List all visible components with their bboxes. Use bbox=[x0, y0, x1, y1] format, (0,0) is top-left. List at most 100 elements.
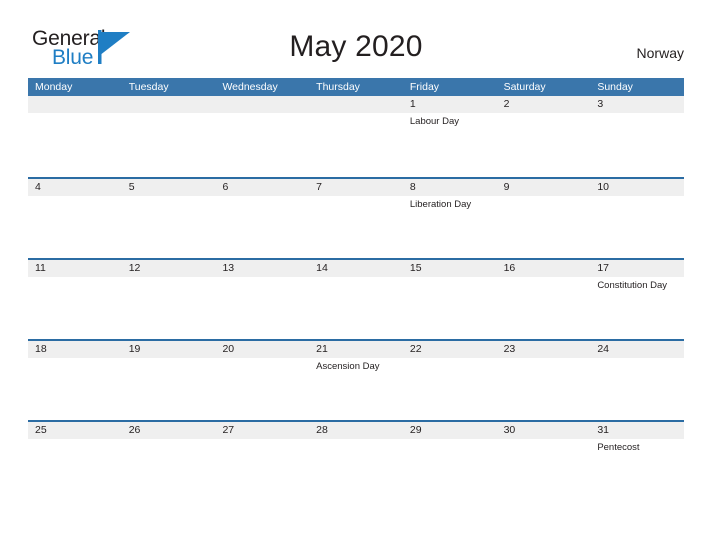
day-events bbox=[309, 113, 403, 116]
day-number-band bbox=[121, 96, 216, 113]
day-number: 20 bbox=[222, 343, 235, 355]
day-number: 19 bbox=[128, 343, 141, 355]
day-number-band: 25 bbox=[28, 422, 122, 439]
day-number: 7 bbox=[316, 181, 322, 193]
day-number: 12 bbox=[128, 262, 141, 274]
day-events: Ascension Day bbox=[309, 358, 403, 373]
calendar-day-cell[interactable]: 6 bbox=[215, 179, 310, 258]
calendar-day-cell[interactable]: 27 bbox=[215, 422, 310, 501]
calendar-body: 1 Labour Day 2 3 4 5 6 7 8 Liberation Day 9 10 11 12 1… bbox=[28, 96, 685, 501]
weekday-header-sunday: Sunday bbox=[597, 81, 633, 93]
day-events bbox=[28, 358, 122, 361]
calendar-day-cell[interactable]: 21 Ascension Day bbox=[309, 341, 403, 420]
calendar-day-cell[interactable]: 15 bbox=[402, 260, 497, 339]
day-number: 21 bbox=[316, 343, 328, 355]
calendar-day-cell[interactable]: 31 Pentecost bbox=[590, 422, 685, 501]
day-number-band: 7 bbox=[309, 179, 403, 196]
country-label: Norway bbox=[636, 45, 684, 61]
calendar-day-cell[interactable]: 3 bbox=[590, 96, 685, 177]
day-number: 5 bbox=[128, 181, 135, 193]
calendar-day-cell[interactable]: 9 bbox=[496, 179, 591, 258]
day-events bbox=[497, 196, 591, 199]
day-events bbox=[309, 196, 403, 199]
day-events bbox=[497, 277, 591, 280]
day-number-band: 3 bbox=[590, 96, 685, 113]
calendar-week-row: 11 12 13 14 15 16 17 Constitution Day bbox=[28, 258, 685, 339]
calendar-day-cell[interactable]: 26 bbox=[121, 422, 216, 501]
calendar-day-cell[interactable]: 20 bbox=[215, 341, 310, 420]
day-events bbox=[28, 439, 122, 442]
day-number-band: 15 bbox=[402, 260, 497, 277]
calendar-day-cell[interactable]: 29 bbox=[402, 422, 497, 501]
calendar-day-cell[interactable]: 5 bbox=[121, 179, 216, 258]
day-events bbox=[590, 113, 684, 116]
day-events bbox=[497, 358, 591, 361]
calendar-day-cell[interactable]: 1 Labour Day bbox=[402, 96, 497, 177]
day-number: 27 bbox=[222, 424, 235, 436]
day-number-band: 14 bbox=[309, 260, 403, 277]
day-number: 26 bbox=[128, 424, 141, 436]
calendar-day-cell[interactable]: 18 bbox=[28, 341, 122, 420]
calendar-day-cell[interactable]: 7 bbox=[309, 179, 403, 258]
day-number-band: 28 bbox=[309, 422, 403, 439]
day-events bbox=[215, 113, 309, 116]
day-number-band: 21 bbox=[309, 341, 403, 358]
calendar-day-cell[interactable]: 10 bbox=[590, 179, 685, 258]
day-events bbox=[403, 277, 497, 280]
day-events bbox=[28, 113, 122, 116]
day-number-band: 12 bbox=[121, 260, 216, 277]
page-title: May 2020 bbox=[289, 30, 423, 63]
day-number-band: 6 bbox=[215, 179, 310, 196]
day-number-band: 5 bbox=[121, 179, 216, 196]
calendar-day-cell[interactable]: 14 bbox=[309, 260, 403, 339]
day-events bbox=[403, 439, 497, 442]
holiday-event-label: Liberation Day bbox=[409, 199, 472, 210]
day-events bbox=[497, 113, 591, 116]
calendar-day-cell[interactable]: 19 bbox=[121, 341, 216, 420]
weekday-header-row: Monday Tuesday Wednesday Thursday Friday Satu… bbox=[28, 78, 684, 96]
day-number-band bbox=[28, 96, 122, 113]
day-number-band: 9 bbox=[496, 179, 591, 196]
calendar-day-cell[interactable]: 25 bbox=[28, 422, 122, 501]
holiday-event-label: Constitution Day bbox=[597, 280, 668, 291]
calendar-day-cell[interactable]: 23 bbox=[496, 341, 591, 420]
calendar-day-cell[interactable]: 28 bbox=[309, 422, 403, 501]
page-header: General Blue May 2020 Norway bbox=[0, 0, 712, 78]
calendar-day-cell[interactable]: 24 bbox=[590, 341, 685, 420]
day-events bbox=[590, 196, 684, 199]
calendar-day-cell[interactable]: 8 Liberation Day bbox=[402, 179, 497, 258]
day-events bbox=[309, 277, 403, 280]
day-number-band bbox=[309, 96, 403, 113]
day-number: 28 bbox=[316, 424, 328, 436]
day-number-band: 23 bbox=[496, 341, 591, 358]
day-number: 10 bbox=[597, 181, 609, 193]
day-number-band: 22 bbox=[402, 341, 497, 358]
day-events bbox=[215, 439, 309, 442]
day-number: 17 bbox=[597, 262, 609, 274]
calendar-day-cell[interactable]: 13 bbox=[215, 260, 310, 339]
calendar-day-cell-empty bbox=[309, 96, 403, 177]
calendar-day-cell[interactable]: 17 Constitution Day bbox=[590, 260, 685, 339]
day-number: 31 bbox=[597, 424, 609, 436]
day-number-band: 13 bbox=[215, 260, 310, 277]
day-number: 16 bbox=[503, 262, 516, 274]
calendar-day-cell[interactable]: 4 bbox=[28, 179, 122, 258]
calendar-day-cell[interactable]: 30 bbox=[496, 422, 591, 501]
day-number-band: 4 bbox=[28, 179, 122, 196]
calendar-day-cell[interactable]: 16 bbox=[496, 260, 591, 339]
calendar-day-cell[interactable]: 12 bbox=[121, 260, 216, 339]
day-number: 23 bbox=[503, 343, 516, 355]
calendar-day-cell[interactable]: 2 bbox=[496, 96, 591, 177]
day-number-band: 31 bbox=[590, 422, 685, 439]
day-number: 1 bbox=[409, 98, 416, 110]
day-number-band: 30 bbox=[496, 422, 591, 439]
day-number: 25 bbox=[35, 424, 47, 436]
day-events: Constitution Day bbox=[590, 277, 684, 292]
day-events: Labour Day bbox=[403, 113, 497, 128]
calendar-day-cell[interactable]: 22 bbox=[402, 341, 497, 420]
day-number-band: 10 bbox=[590, 179, 685, 196]
calendar-day-cell[interactable]: 11 bbox=[28, 260, 122, 339]
day-events: Liberation Day bbox=[403, 196, 497, 211]
weekday-header-wednesday: Wednesday bbox=[222, 81, 278, 93]
holiday-event-label: Labour Day bbox=[409, 116, 459, 127]
